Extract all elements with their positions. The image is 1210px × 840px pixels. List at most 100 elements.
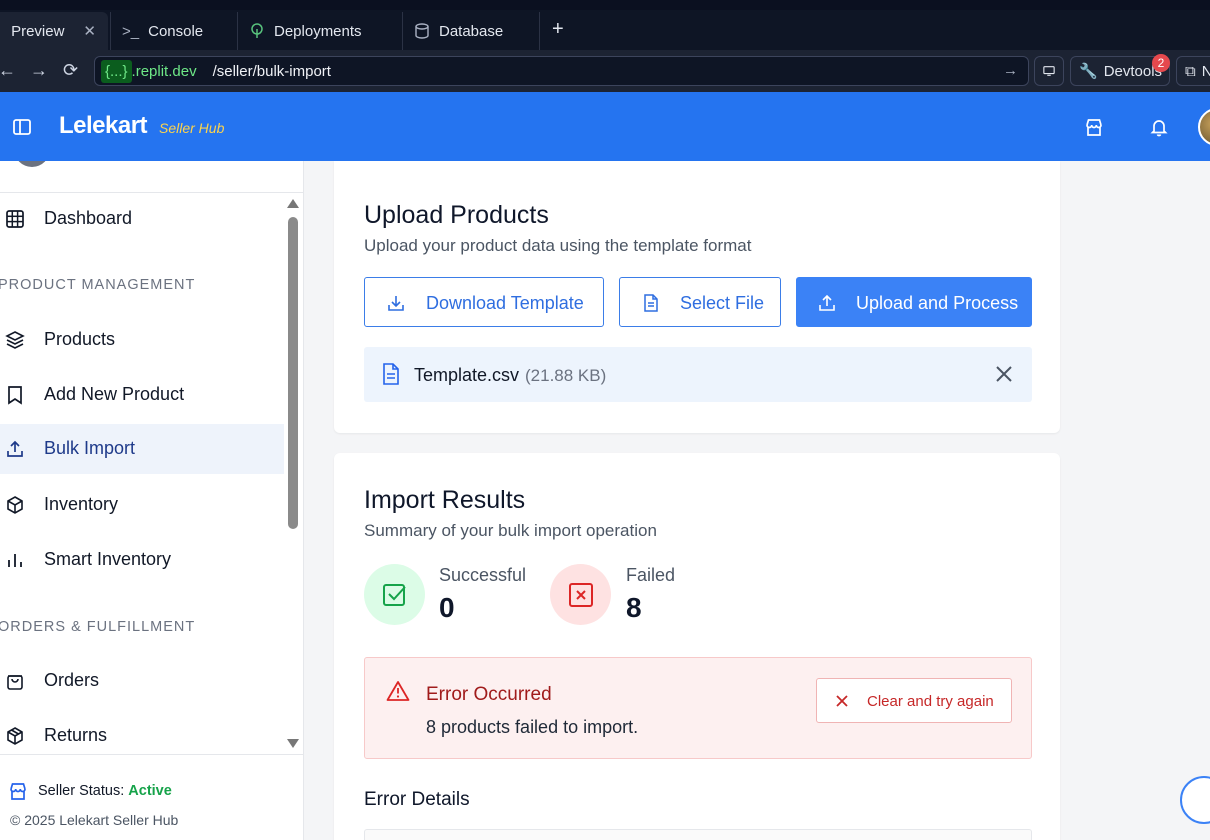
tab-console[interactable]: >_ Console (110, 12, 215, 50)
success-stat-icon-wrap (364, 564, 425, 625)
error-details-table (364, 829, 1032, 840)
upload-and-process-button[interactable]: Upload and Process (796, 277, 1032, 327)
url-path: /seller/bulk-import (212, 62, 331, 80)
successful-count: 0 (439, 592, 455, 623)
results-subtitle: Summary of your bulk import operation (364, 521, 657, 540)
sidebar-item-add-new-product[interactable]: Add New Product (0, 370, 284, 420)
tab-preview[interactable]: Preview ✕ (0, 12, 108, 50)
status-value: Active (128, 783, 172, 799)
database-icon (415, 23, 429, 39)
new-window-label: N (1201, 62, 1210, 80)
forward-icon[interactable]: → (30, 60, 48, 81)
scroll-thumb[interactable] (288, 217, 298, 529)
brand-subtitle: Seller Hub (159, 120, 225, 136)
import-results-card: Import Results Summary of your bulk impo… (334, 453, 1060, 840)
error-details-title: Error Details (364, 789, 470, 810)
devtools-badge: 2 (1152, 54, 1170, 72)
tab-deployments[interactable]: Deployments (237, 12, 374, 50)
failed-label: Failed (626, 565, 676, 585)
open-url-icon[interactable]: → (1003, 62, 1018, 79)
error-title: Error Occurred (426, 684, 552, 705)
scroll-down-arrow[interactable] (287, 739, 299, 748)
status-label: Seller Status: (38, 783, 125, 799)
grid-icon (6, 210, 24, 228)
sidebar-avatar (14, 161, 50, 167)
sidebar-item-bulk-import[interactable]: Bulk Import (0, 424, 284, 474)
tab-label: Database (439, 22, 504, 40)
sidebar-item-inventory[interactable]: Inventory (0, 480, 284, 530)
selected-file: Template.csv (21.88 KB) (364, 347, 1032, 402)
scroll-up-arrow[interactable] (287, 199, 299, 208)
upload-subtitle: Upload your product data using the templ… (364, 236, 752, 255)
x-square-icon (569, 583, 593, 607)
bell-icon (1150, 120, 1168, 137)
app-header: Lelekart Seller Hub (0, 92, 1210, 161)
close-tab-icon[interactable]: ✕ (83, 22, 96, 40)
failed-count: 8 (626, 592, 642, 623)
open-new-window-button[interactable]: ⧉ N (1176, 56, 1210, 86)
bar-chart-icon (8, 554, 22, 567)
refresh-icon[interactable]: ⟳ (63, 60, 78, 81)
notifications-button[interactable] (1149, 117, 1169, 142)
seller-status: Seller Status: Active (8, 781, 172, 801)
store-button[interactable] (1084, 117, 1104, 142)
layers-icon (5, 331, 25, 349)
url-domain: .replit.dev (131, 62, 197, 80)
wrench-icon: 🔧 (1079, 63, 1098, 80)
sidebar-divider (0, 192, 303, 193)
sidebar-item-orders[interactable]: Orders (0, 656, 284, 706)
sidebar-item-smart-inventory[interactable]: Smart Inventory (0, 535, 284, 585)
sidebar-item-dashboard[interactable]: Dashboard (0, 194, 284, 244)
store-icon (10, 783, 26, 800)
upload-and-process-label: Upload and Process (856, 293, 1019, 313)
sidebar: Dashboard PRODUCT MANAGEMENT Products Ad… (0, 161, 304, 840)
bookmark-icon (8, 386, 22, 405)
sidebar-item-label: Add New Product (44, 384, 185, 404)
sidebar-item-label: Smart Inventory (44, 549, 172, 569)
sidebar-item-label: Returns (44, 725, 108, 745)
check-square-icon (383, 584, 406, 606)
new-tab-button[interactable]: + (552, 18, 564, 41)
terminal-icon: >_ (122, 22, 140, 40)
section-product-management: PRODUCT MANAGEMENT (0, 277, 196, 293)
sidebar-icon (13, 119, 31, 135)
upload-icon (7, 440, 23, 457)
section-orders-fulfillment: ORDERS & FULFILLMENT (0, 619, 196, 635)
clear-and-try-again-label: Clear and try again (867, 693, 994, 710)
sidebar-scrollbar[interactable] (287, 197, 299, 753)
sidebar-item-label: Inventory (44, 494, 119, 514)
sidebar-item-products[interactable]: Products (0, 315, 284, 365)
file-size: (21.88 KB) (525, 366, 607, 385)
package-icon (7, 727, 23, 745)
clear-and-try-again-button[interactable]: Clear and try again (816, 678, 1012, 723)
file-name: Template.csv (414, 365, 520, 385)
close-icon (836, 695, 848, 707)
file-icon (644, 294, 658, 312)
screen-toggle-button[interactable] (1034, 56, 1064, 86)
back-icon[interactable]: ← (0, 60, 16, 81)
sidebar-item-label: Dashboard (44, 208, 133, 228)
user-avatar[interactable] (1198, 108, 1210, 146)
copyright: © 2025 Lelekart Seller Hub (10, 812, 179, 828)
tab-label: Console (148, 22, 204, 40)
select-file-button[interactable]: Select File (619, 277, 781, 327)
sidebar-toggle-button[interactable] (12, 117, 32, 142)
close-icon[interactable] (994, 364, 1014, 384)
error-message: 8 products failed to import. (426, 717, 639, 737)
window-top-strip (0, 0, 1210, 10)
deploy-icon (251, 23, 263, 38)
brand-name[interactable]: Lelekart (59, 112, 148, 140)
download-icon (388, 296, 404, 311)
monitor-icon (1043, 66, 1055, 76)
tab-database[interactable]: Database (402, 12, 515, 50)
store-icon (1086, 119, 1102, 136)
successful-label: Successful (439, 565, 527, 585)
floating-action-button[interactable] (1180, 776, 1210, 824)
browser-url-bar: ← → ⟳ {...} .replit.dev /seller/bulk-imp… (0, 50, 1210, 92)
tab-divider (539, 12, 540, 50)
failed-stat-icon-wrap (550, 564, 611, 625)
file-icon (383, 363, 399, 385)
address-field[interactable]: {...} .replit.dev /seller/bulk-import → (94, 56, 1029, 86)
alert-triangle-icon (386, 681, 410, 701)
download-template-button[interactable]: Download Template (364, 277, 604, 327)
